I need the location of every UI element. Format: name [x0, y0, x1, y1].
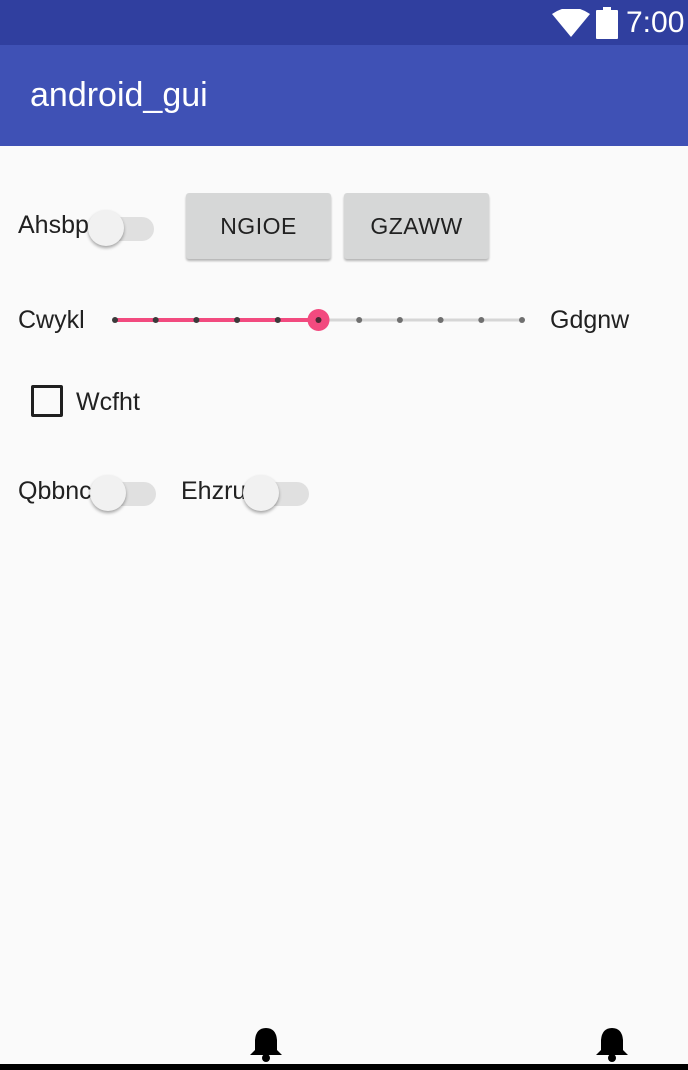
seekbar-tick — [234, 317, 241, 323]
navigation-bar-edge — [0, 1064, 688, 1070]
switch-thumb — [88, 210, 124, 246]
seekbar-tick — [437, 317, 444, 323]
app-bar: android_gui — [0, 45, 688, 146]
wifi-icon — [552, 9, 590, 37]
seekbar-tick — [274, 317, 281, 323]
seekbar-tick — [193, 317, 200, 323]
status-time: 7:00 — [626, 6, 685, 39]
seekbar-tick — [478, 317, 485, 323]
ngioe-button[interactable]: NGIOE — [186, 193, 331, 259]
switch-thumb — [243, 475, 279, 511]
battery-icon — [596, 7, 618, 39]
switch-label-ahsbp: Ahsbp — [18, 211, 89, 239]
seekbar-right-label: Gdgnw — [550, 306, 630, 334]
gzaww-button[interactable]: GZAWW — [344, 193, 489, 259]
switch-ehzru[interactable] — [243, 470, 313, 511]
status-bar: 7:00 — [0, 0, 688, 45]
seekbar-tick — [112, 317, 118, 323]
screen: 7:00 android_gui Ahsbp NGIOE GZAWW Cwykl… — [0, 0, 688, 1070]
seekbar-tick — [396, 317, 403, 323]
seekbar-left-label: Cwykl — [18, 306, 85, 334]
switch-qbbnc[interactable] — [90, 470, 160, 511]
seekbar-tick — [356, 317, 363, 323]
switch-thumb — [90, 475, 126, 511]
checkbox-wcfht[interactable] — [31, 385, 63, 417]
bell-icon — [596, 1028, 628, 1062]
switch-label-qbbnc: Qbbnc — [18, 477, 92, 505]
switch-ahsbp[interactable] — [88, 205, 158, 246]
seekbar-thumb-dot — [315, 317, 322, 323]
checkbox-label-wcfht: Wcfht — [76, 388, 140, 416]
seekbar[interactable] — [104, 302, 534, 338]
seekbar-tick — [152, 317, 159, 323]
seekbar-tick — [519, 317, 525, 323]
app-title: android_gui — [30, 76, 208, 114]
switch-label-ehzru: Ehzru — [181, 477, 247, 505]
bell-icon — [250, 1028, 282, 1062]
